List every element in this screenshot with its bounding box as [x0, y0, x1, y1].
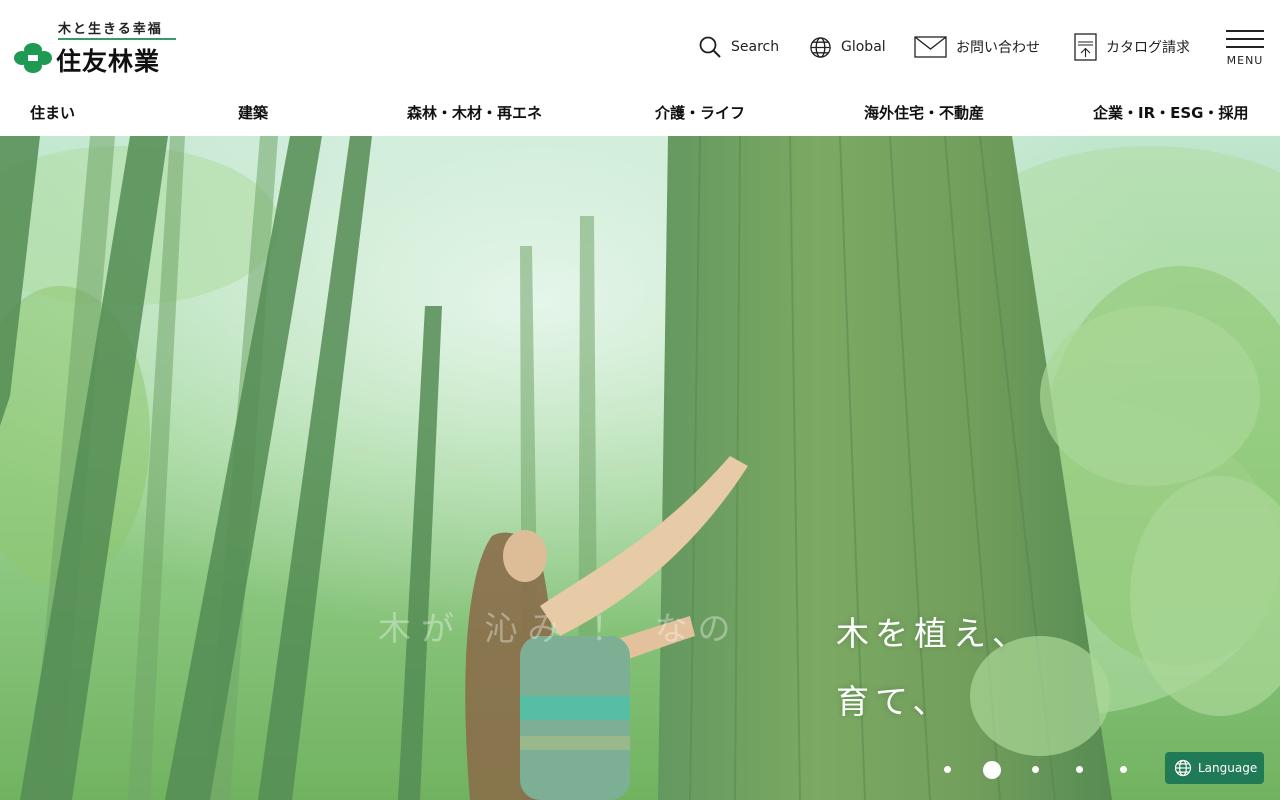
globe-icon [810, 36, 831, 58]
global-nav: 住まい 建築 森林・木材・再エネ 介護・ライフ 海外住宅・不動産 企業・IR・E… [0, 92, 1280, 136]
global-label: Global [841, 39, 886, 55]
hamburger-icon [1226, 30, 1264, 32]
catalog-icon [1074, 33, 1097, 61]
language-label: Language [1198, 761, 1258, 775]
nav-item-forest-timber-energy[interactable]: 森林・木材・再エネ [407, 102, 542, 123]
menu-button[interactable]: MENU [1224, 30, 1266, 70]
logo-rule [58, 38, 176, 40]
hero-copy-line-2: 育て、 [836, 682, 952, 721]
language-button[interactable]: Language [1165, 752, 1264, 784]
hero-copy-line-1: 木を植え、 [836, 614, 1031, 653]
slide-dot-4[interactable] [1076, 766, 1083, 773]
global-button[interactable]: Global [809, 34, 886, 60]
logo-name: 住友林業 [56, 47, 161, 76]
search-icon [699, 36, 721, 58]
mail-icon [914, 36, 947, 58]
hero-slider: 木が 沁み ！ なの 木を植え、 育て、 [0, 136, 1280, 800]
globe-icon [1174, 759, 1192, 777]
nav-item-sumai[interactable]: 住まい [30, 102, 75, 123]
menu-label: MENU [1226, 54, 1264, 67]
hamburger-icon-bar-2 [1226, 38, 1264, 40]
hero-forest-image [0, 136, 1280, 800]
nav-item-corporate-ir-esg[interactable]: 企業・IR・ESG・採用 [1093, 102, 1249, 123]
slide-dot-1[interactable] [944, 766, 951, 773]
slide-dot-2[interactable] [983, 761, 1001, 779]
hero-copy: 木を植え、 育て、 [836, 600, 1031, 736]
hero-ghost-copy: 木が 沁み ！ なの [378, 609, 741, 648]
search-button[interactable]: Search [698, 34, 779, 60]
contact-label: お問い合わせ [956, 40, 1040, 56]
logo-tagline: 木と生きる幸福 [58, 22, 163, 37]
site-logo[interactable]: 木と生きる幸福 住友林業 [14, 18, 184, 78]
hamburger-icon-bar-3 [1226, 46, 1264, 48]
nav-item-care-life[interactable]: 介護・ライフ [655, 102, 745, 123]
catalog-label: カタログ請求 [1106, 40, 1190, 56]
slide-dot-5[interactable] [1120, 766, 1127, 773]
catalog-button[interactable]: カタログ請求 [1074, 33, 1190, 61]
nav-item-kenchiku[interactable]: 建築 [238, 102, 268, 123]
nav-item-overseas-housing[interactable]: 海外住宅・不動産 [864, 102, 984, 123]
site-header: 木と生きる幸福 住友林業 Search Global お問い合わせ カタログ請求… [0, 0, 1280, 92]
logo-mark-icon [14, 43, 52, 73]
slide-dot-3[interactable] [1032, 766, 1039, 773]
search-label: Search [731, 39, 780, 55]
contact-button[interactable]: お問い合わせ [914, 34, 1040, 60]
